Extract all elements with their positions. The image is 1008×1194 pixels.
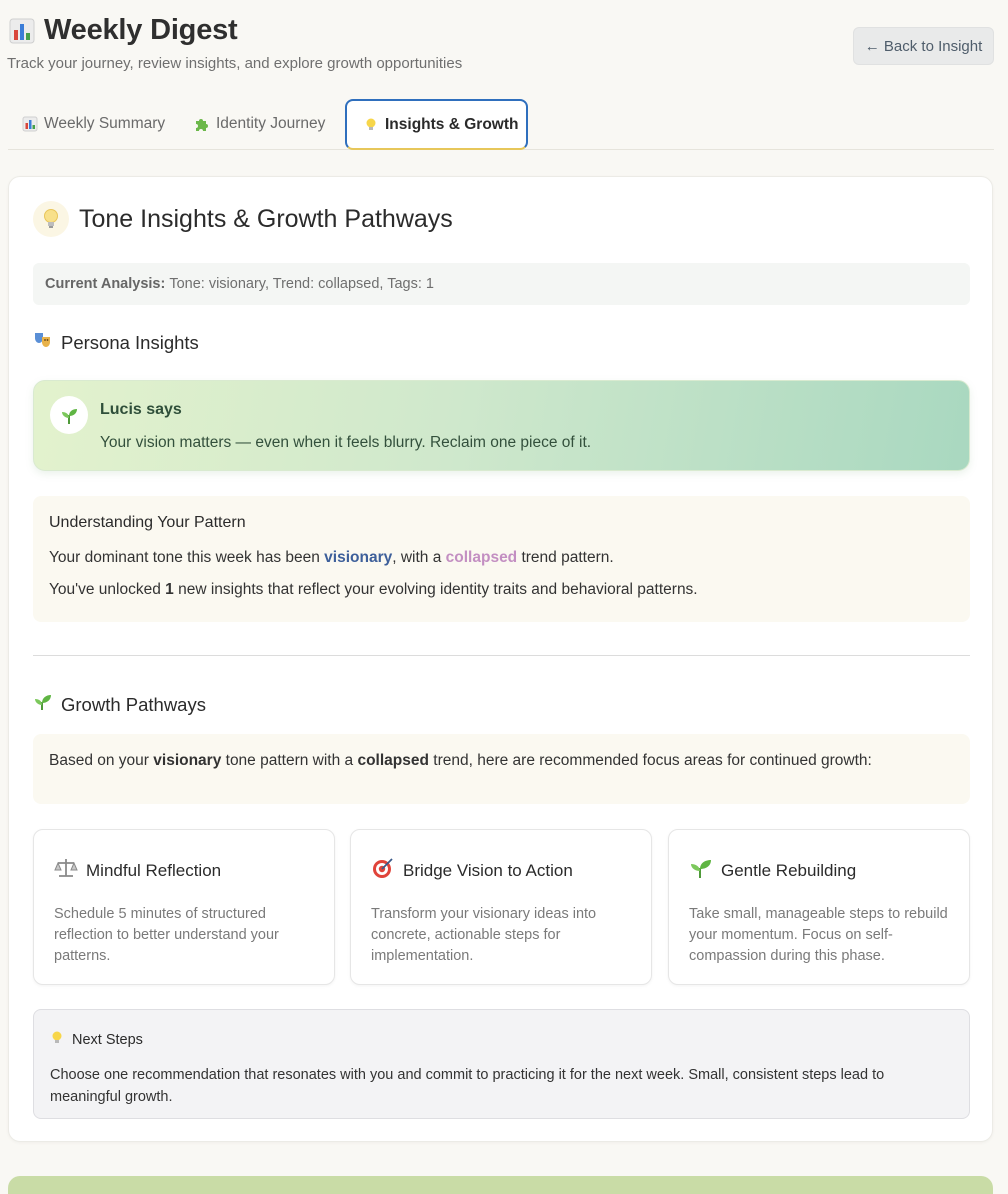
tile-header: Mindful Reflection: [54, 856, 314, 885]
pattern-insights-line: You've unlocked 1 new insights that refl…: [49, 581, 954, 599]
tile-description: Take small, manageable steps to rebuild …: [689, 906, 948, 964]
tile-title: Bridge Vision to Action: [403, 860, 573, 880]
tab-label: Identity Journey: [216, 115, 326, 132]
balance-scale-icon: [54, 856, 78, 885]
section-divider: [33, 655, 970, 656]
page-subtitle: Track your journey, review insights, and…: [7, 55, 463, 72]
back-to-insight-button[interactable]: ← Back to Insight: [853, 27, 994, 65]
bar-chart-icon: [8, 17, 36, 45]
next-section-edge: [8, 1176, 993, 1194]
next-steps-box: Next Steps Choose one recommendation tha…: [33, 1009, 970, 1119]
tile-description: Transform your visionary ideas into conc…: [371, 906, 597, 964]
theater-masks-icon: [33, 330, 53, 355]
analysis-value: Tone: visionary, Trend: collapsed, Tags:…: [169, 276, 434, 292]
tab-label: Weekly Summary: [44, 115, 166, 132]
persona-heading-label: Persona Insights: [61, 331, 199, 353]
tab-identity-journey[interactable]: Identity Journey: [194, 98, 325, 150]
recommendation-card-mindful-reflection[interactable]: Mindful Reflection Schedule 5 minutes of…: [33, 829, 335, 985]
current-analysis: Current Analysis: Tone: visionary, Trend…: [33, 263, 970, 305]
recommendation-tiles: Mindful Reflection Schedule 5 minutes of…: [33, 829, 970, 985]
puzzle-icon: [194, 116, 210, 132]
seedling-icon: [33, 692, 53, 717]
pattern-tone-line: Your dominant tone this week has been vi…: [49, 549, 954, 567]
tile-header: Bridge Vision to Action: [371, 856, 631, 885]
trend-value: collapsed: [357, 752, 429, 769]
tone-value: visionary: [153, 752, 222, 769]
tile-title: Mindful Reflection: [86, 860, 222, 880]
growth-intro: Based on your visionary tone pattern wit…: [33, 734, 970, 804]
text-fragment: Based on your: [49, 752, 154, 769]
tab-weekly-summary[interactable]: Weekly Summary: [22, 98, 165, 150]
tile-header: Gentle Rebuilding: [689, 856, 949, 885]
persona-message: Your vision matters — even when it feels…: [100, 434, 592, 451]
trend-value: collapsed: [445, 549, 518, 566]
target-icon: [371, 856, 395, 885]
title-row: Weekly Digest: [8, 14, 994, 47]
text-fragment: Your dominant tone this week has been: [49, 549, 325, 566]
recommendation-card-gentle-rebuilding[interactable]: Gentle Rebuilding Take small, manageable…: [668, 829, 970, 985]
tab-label: Insights & Growth: [385, 115, 519, 133]
analysis-label: Current Analysis:: [45, 276, 166, 292]
tile-description: Schedule 5 minutes of structured reflect…: [54, 906, 279, 964]
text-fragment: trend pattern.: [517, 549, 614, 566]
text-fragment: new insights that reflect your evolving …: [173, 581, 698, 598]
page-title: Weekly Digest: [44, 14, 238, 46]
tile-title: Gentle Rebuilding: [721, 860, 857, 880]
next-steps-text: Choose one recommendation that resonates…: [50, 1067, 885, 1105]
text-fragment: trend, here are recommended focus areas …: [428, 752, 872, 769]
seedling-icon: [689, 856, 713, 885]
next-steps-heading: Next Steps: [50, 1030, 953, 1050]
insights-count: 1: [165, 581, 174, 598]
tab-insights-growth[interactable]: Insights & Growth: [345, 99, 528, 150]
lightbulb-icon: [33, 201, 69, 237]
recommendation-card-bridge-vision[interactable]: Bridge Vision to Action Transform your v…: [350, 829, 652, 985]
page-header: Weekly Digest Track your journey, review…: [7, 14, 994, 84]
tab-bar: Weekly Summary Identity Journey Insights…: [8, 98, 994, 150]
growth-heading-label: Growth Pathways: [61, 693, 206, 715]
section-header: Tone Insights & Growth Pathways: [33, 201, 453, 237]
next-steps-label: Next Steps: [72, 1032, 143, 1048]
persona-insights-heading: Persona Insights: [33, 330, 199, 355]
lightbulb-icon: [50, 1030, 64, 1050]
lucis-message-card: Lucis says Your vision matters — even wh…: [33, 380, 970, 471]
growth-pathways-heading: Growth Pathways: [33, 692, 206, 717]
seedling-icon: [50, 396, 88, 434]
pattern-box: Understanding Your Pattern Your dominant…: [33, 496, 970, 622]
lightbulb-icon: [363, 117, 379, 133]
bar-chart-icon: [22, 116, 38, 132]
persona-speaker: Lucis says: [100, 401, 182, 418]
section-title: Tone Insights & Growth Pathways: [79, 204, 453, 233]
text-fragment: You've unlocked: [49, 581, 166, 598]
text-fragment: tone pattern with a: [221, 752, 358, 769]
pattern-title: Understanding Your Pattern: [49, 514, 246, 531]
tone-value: visionary: [324, 549, 393, 566]
insights-card: Tone Insights & Growth Pathways Current …: [8, 176, 993, 1142]
text-fragment: , with a: [392, 549, 446, 566]
